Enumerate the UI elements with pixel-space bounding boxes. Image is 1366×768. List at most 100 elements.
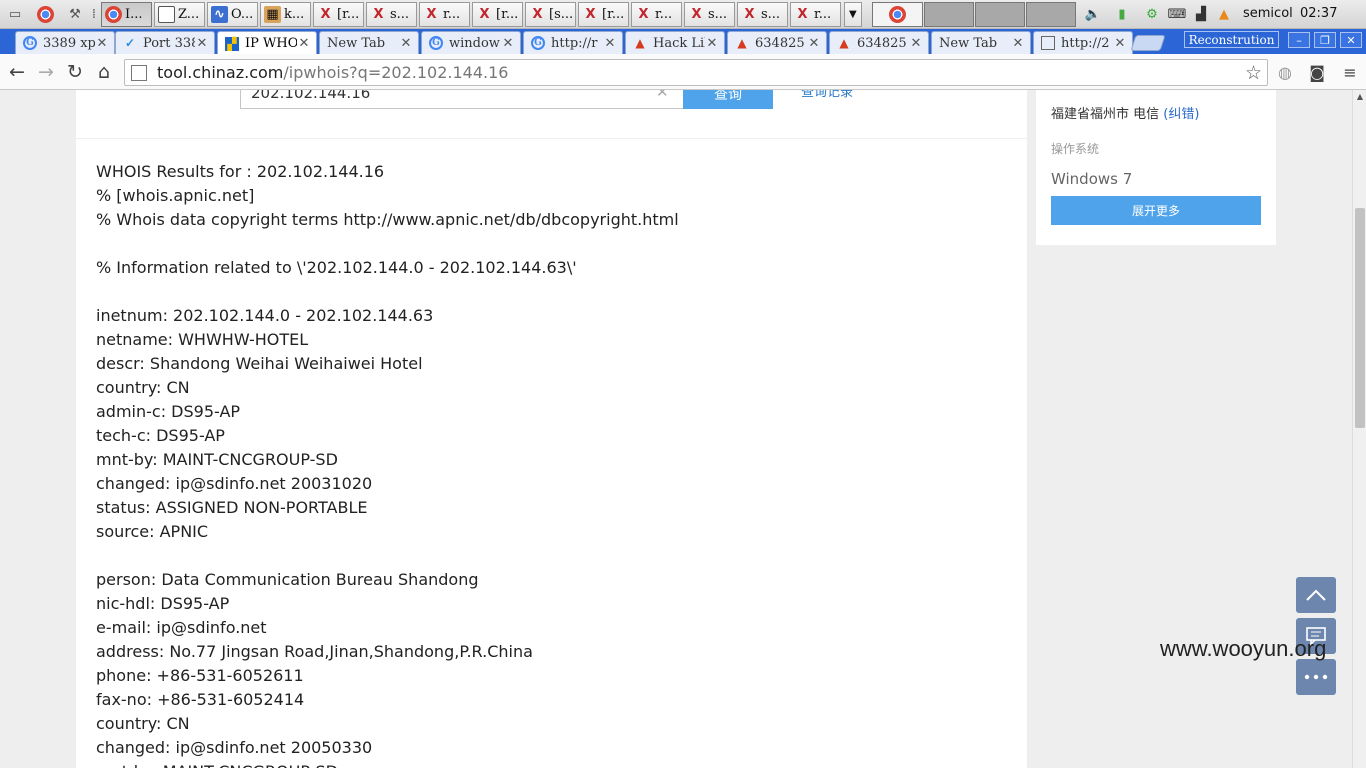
browser-tab[interactable]: Gwindow ✕ <box>421 31 521 54</box>
ip-search-input[interactable] <box>240 90 684 109</box>
browser-tab[interactable]: Ghttp://r ✕ <box>523 31 623 54</box>
whois-line: inetnum: 202.102.144.0 - 202.102.144.63 <box>96 306 434 325</box>
package-icon: ▦ <box>264 6 281 23</box>
whois-blank-line <box>96 280 679 304</box>
bookmark-star-icon[interactable]: ☆ <box>1245 62 1262 84</box>
chrome-launcher-icon[interactable] <box>36 4 58 24</box>
taskbar-window-label: [r... <box>602 7 625 22</box>
scroll-up-icon[interactable]: ▲ <box>1353 92 1366 104</box>
taskbar-window-3[interactable]: ▦ k... <box>260 2 311 27</box>
tab-close-icon[interactable]: ✕ <box>1011 36 1025 51</box>
whois-line: country: CN <box>96 714 190 733</box>
tab-close-icon[interactable]: ✕ <box>603 36 617 51</box>
whois-line: status: ASSIGNED NON-PORTABLE <box>96 498 368 517</box>
close-window-icon[interactable]: ✕ <box>1340 32 1362 48</box>
network-manager-icon[interactable]: ⚙ <box>1142 3 1162 25</box>
tab-close-icon[interactable]: ✕ <box>1113 36 1127 51</box>
chart-icon: ∿ <box>211 6 228 23</box>
globe-extension-icon[interactable]: ◍ <box>1275 62 1295 82</box>
taskbar-window-13[interactable]: Xr... <box>790 2 841 27</box>
desktop-icon[interactable]: ▭ <box>4 4 26 24</box>
keyboard-icon[interactable]: ⌨ <box>1166 3 1188 25</box>
back-icon[interactable]: ← <box>5 60 29 84</box>
clear-input-icon[interactable]: ✕ <box>656 90 669 101</box>
taskbar-window-label: r... <box>443 7 461 22</box>
taskbar-window-label: r... <box>655 7 673 22</box>
x-app-icon: X <box>797 7 808 22</box>
browser-tab[interactable]: ▲ Hack Lil ✕ <box>625 31 725 54</box>
tools-icon[interactable]: ⚒ <box>64 4 86 24</box>
whois-line: tech-c: DS95-AP <box>96 426 225 445</box>
browser-tab[interactable]: G 3389 xp ✕ <box>15 31 115 54</box>
taskbar-window-0[interactable]: I... <box>101 2 152 27</box>
taskbar-overflow-button[interactable]: ▼ <box>844 2 862 27</box>
taskbar-window-6[interactable]: Xr... <box>419 2 470 27</box>
volume-icon[interactable]: 🔈 <box>1082 3 1104 25</box>
browser-toolbar: ← → ↻ ⌂ tool.chinaz.com/ipwhois?q=202.10… <box>0 54 1366 90</box>
browser-tab[interactable]: New Tab ✕ <box>931 31 1031 54</box>
forward-icon[interactable]: → <box>34 60 58 84</box>
tab-close-icon[interactable]: ✕ <box>297 36 311 51</box>
whois-card: ✕ 查询 查询记录 WHOIS Results for : 202.102.14… <box>76 90 1027 768</box>
taskbar-window-5[interactable]: Xs... <box>366 2 417 27</box>
browser-tab[interactable]: ▲ 634825 ✕ <box>727 31 827 54</box>
taskbar-window-10[interactable]: Xr... <box>631 2 682 27</box>
clock[interactable]: 02:37 <box>1300 6 1337 21</box>
tab-close-icon[interactable]: ✕ <box>807 36 821 51</box>
tab-close-icon[interactable]: ✕ <box>909 36 923 51</box>
expand-more-button[interactable]: 展开更多 <box>1051 196 1261 225</box>
address-bar[interactable]: tool.chinaz.com/ipwhois?q=202.102.144.16… <box>124 59 1268 86</box>
tab-close-icon[interactable]: ✕ <box>195 36 209 51</box>
more-button[interactable] <box>1296 659 1336 695</box>
taskbar-window-8[interactable]: X [s... <box>525 2 576 27</box>
x-app-icon: X <box>744 7 755 22</box>
browser-tab[interactable]: ▲ 634825 ✕ <box>829 31 929 54</box>
whois-line: descr: Shandong Weihai Weihaiwei Hotel <box>96 354 423 373</box>
whois-line: phone: +86-531-6052611 <box>96 666 304 685</box>
tab-close-icon[interactable]: ✕ <box>95 36 109 51</box>
browser-tab[interactable]: http://2 ✕ <box>1033 31 1133 54</box>
whois-line: changed: ip@sdinfo.net 20031020 <box>96 474 373 493</box>
minimize-icon[interactable]: – <box>1288 32 1310 48</box>
taskbar-window-2[interactable]: ∿ O... <box>207 2 258 27</box>
taskbar-window-4[interactable]: X [r... <box>313 2 364 27</box>
query-history-link[interactable]: 查询记录 <box>801 90 853 100</box>
back-to-top-button[interactable] <box>1296 577 1336 613</box>
workspace-1[interactable] <box>872 2 923 27</box>
whois-line: % Information related to \'202.102.144.0… <box>96 258 577 277</box>
pocket-extension-icon[interactable]: ◙ <box>1307 62 1327 82</box>
correction-link[interactable]: (纠错) <box>1163 107 1199 122</box>
page-scrollbar[interactable]: ▲ <box>1352 90 1366 768</box>
browser-tab[interactable]: ▞ IP WHO ✕ <box>217 31 317 55</box>
whois-results: WHOIS Results for : 202.102.144.16 % [who… <box>96 160 679 768</box>
menu-icon[interactable]: ≡ <box>1340 62 1360 82</box>
signal-icon[interactable]: ▟ <box>1190 3 1212 25</box>
workspace-3[interactable] <box>975 2 1025 27</box>
new-tab-button[interactable] <box>1130 35 1166 51</box>
whois-line: changed: ip@sdinfo.net 20050330 <box>96 738 373 757</box>
scroll-thumb[interactable] <box>1355 208 1365 428</box>
battery-icon[interactable]: ▮ <box>1112 3 1132 25</box>
tab-close-icon[interactable]: ✕ <box>705 36 719 51</box>
profile-button[interactable]: Reconstrution <box>1184 31 1279 48</box>
taskbar-window-label: [r... <box>496 7 519 22</box>
maximize-icon[interactable]: ❐ <box>1314 32 1336 48</box>
taskbar-window-label: O... <box>231 7 254 22</box>
query-button[interactable]: 查询 <box>683 90 773 109</box>
taskbar-window-11[interactable]: Xs... <box>684 2 735 27</box>
whois-line: mnt-by: MAINT-CNCGROUP-SD <box>96 450 338 469</box>
taskbar-window-9[interactable]: X [r... <box>578 2 629 27</box>
browser-tab[interactable]: ✓ Port 338 ✕ <box>115 31 215 54</box>
tab-close-icon[interactable]: ✕ <box>399 36 413 51</box>
workspace-4[interactable] <box>1026 2 1076 27</box>
taskbar-window-12[interactable]: Xs... <box>737 2 788 27</box>
workspace-2[interactable] <box>924 2 974 27</box>
taskbar-window-7[interactable]: X [r... <box>472 2 523 27</box>
reload-icon[interactable]: ↻ <box>63 60 87 84</box>
username-label[interactable]: semicol <box>1243 6 1293 21</box>
home-icon[interactable]: ⌂ <box>92 60 116 84</box>
vlc-icon[interactable]: ▲ <box>1214 3 1234 25</box>
taskbar-window-1[interactable]: Z... <box>154 2 205 27</box>
browser-tab[interactable]: New Tab ✕ <box>319 31 419 54</box>
tab-close-icon[interactable]: ✕ <box>501 36 515 51</box>
